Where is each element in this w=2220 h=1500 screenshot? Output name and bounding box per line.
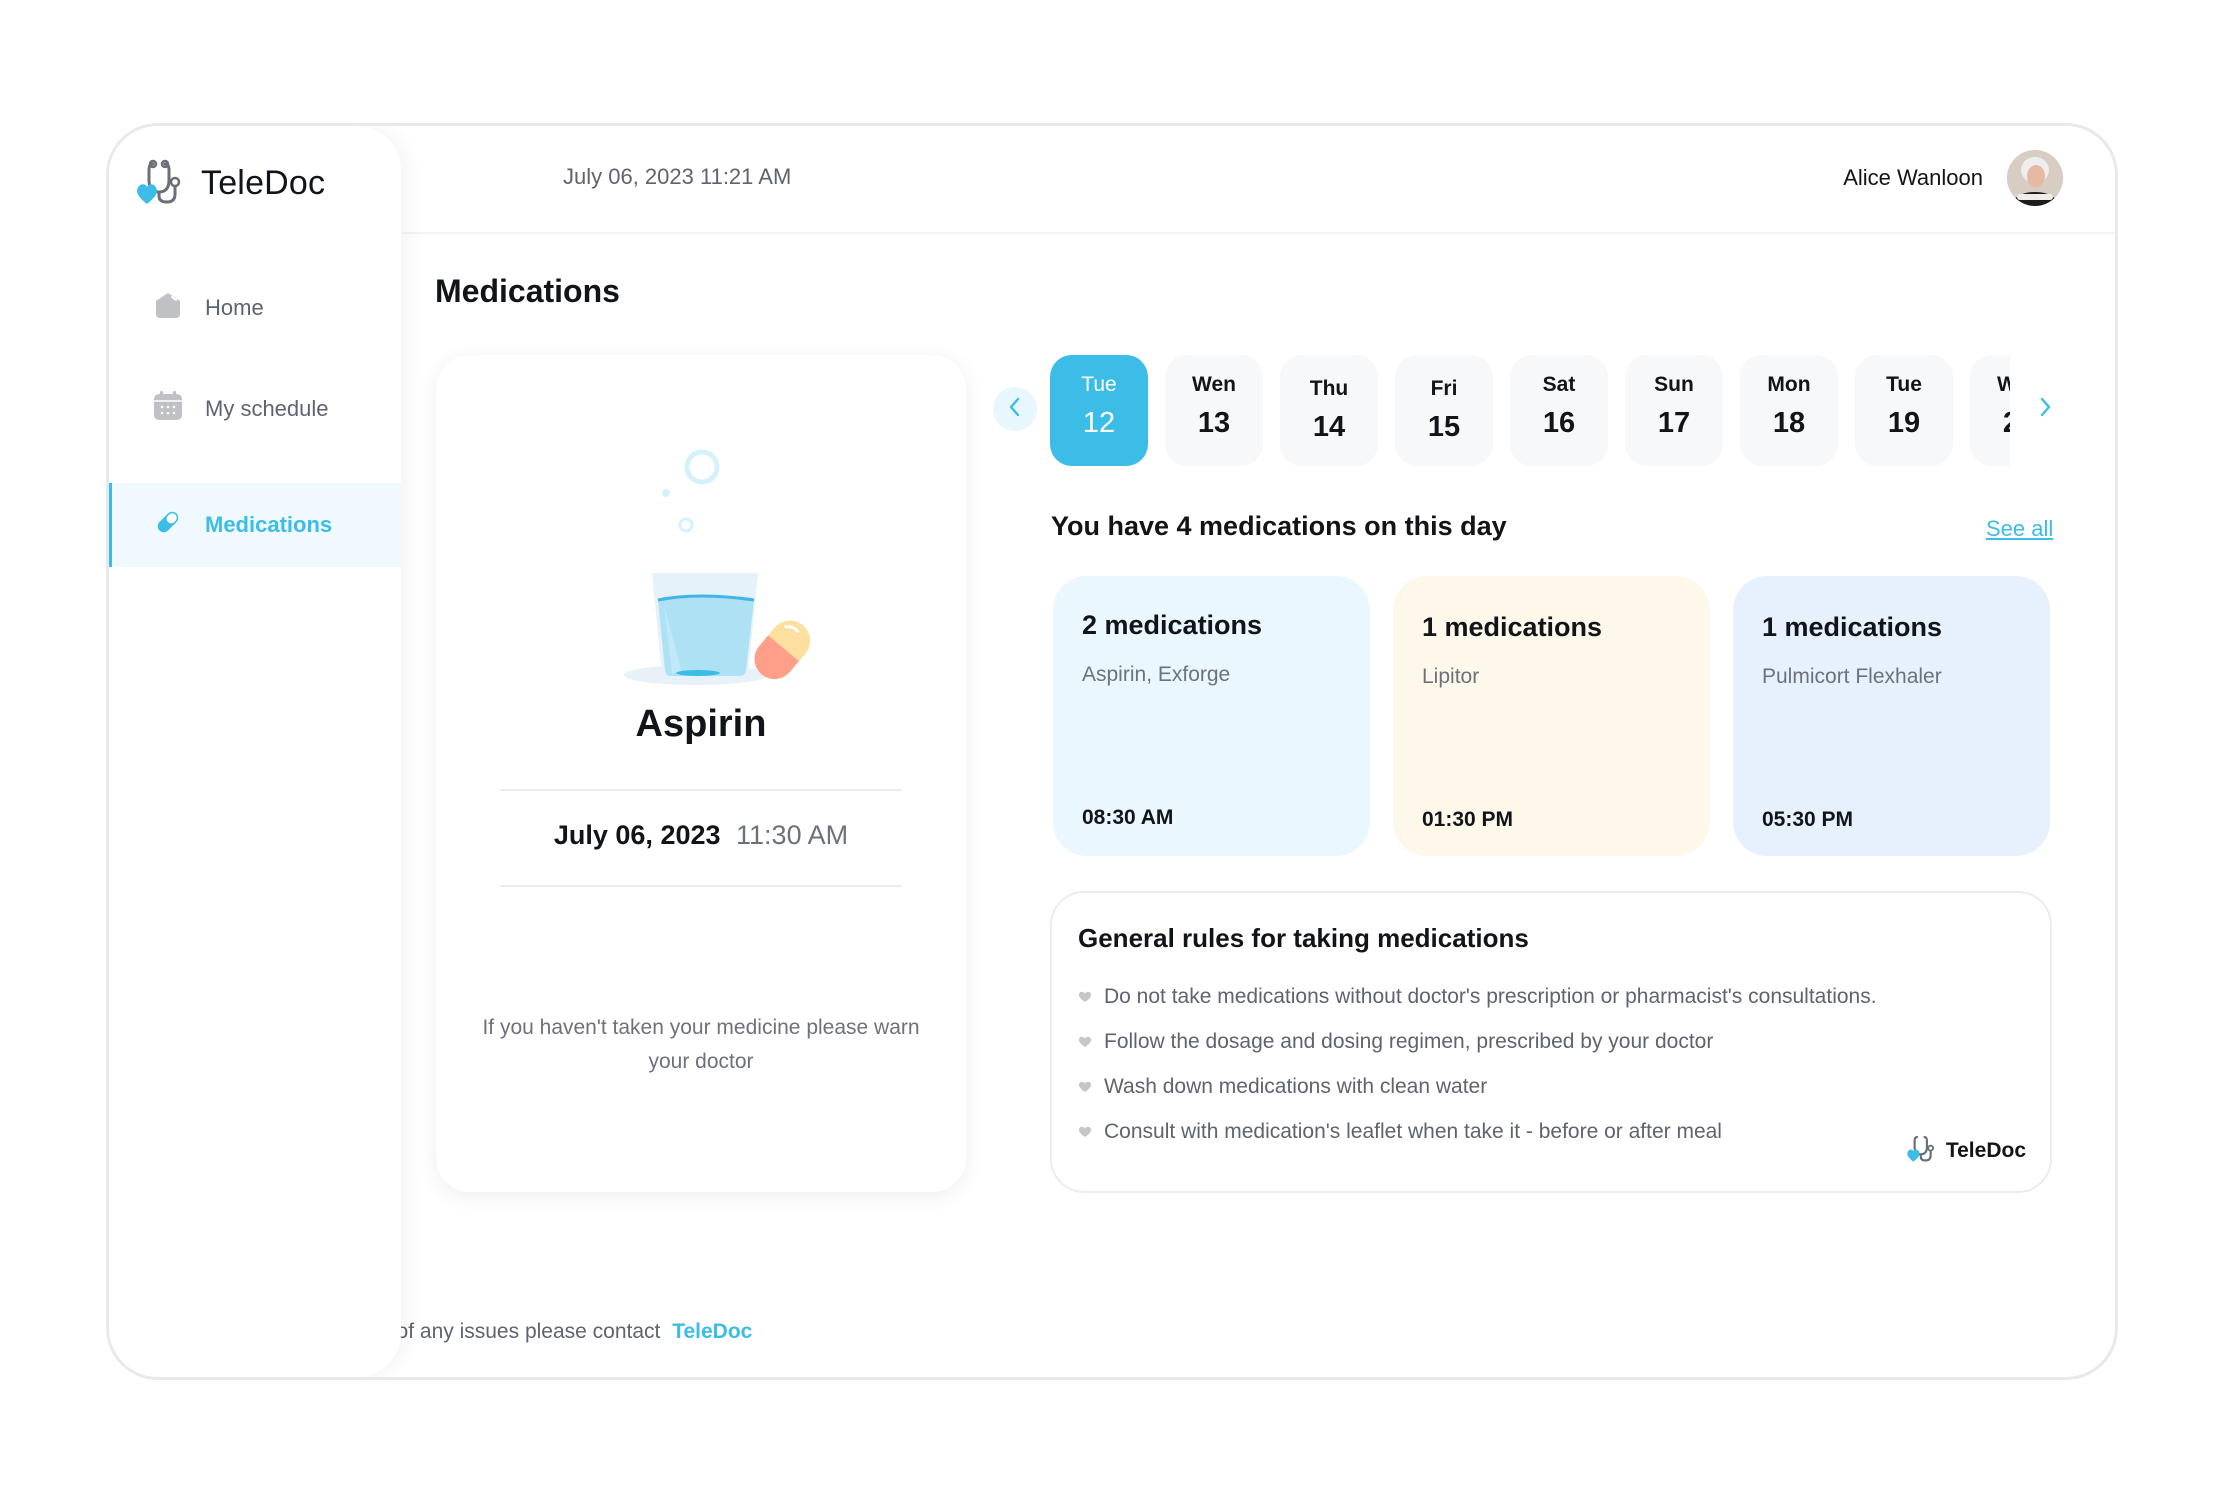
home-icon [153, 291, 183, 325]
user-name: Alice Wanloon [1843, 165, 1983, 190]
app-frame: TeleDoc Home My schedule Medications Jul… [106, 123, 2118, 1380]
rule-item: Do not take medications without doctor's… [1078, 974, 2024, 1019]
chevron-right-icon [2038, 396, 2052, 423]
date-tile-weekday: Sat [1542, 373, 1576, 396]
heart-bullet-icon [1078, 1030, 1092, 1054]
heart-bullet-icon [1078, 1120, 1092, 1144]
rule-text: Consult with medication's leaflet when t… [1104, 1119, 1722, 1143]
date-tile-weekday: Tue [1081, 373, 1117, 396]
date-tile-weekday: Wen [1970, 373, 2010, 397]
date-tile[interactable]: Mon 18 [1740, 355, 1838, 466]
date-tile[interactable]: Sat 16 [1510, 355, 1608, 466]
calendar-icon [153, 391, 183, 427]
slot-time: 01:30 PM [1422, 808, 1514, 831]
date-tile[interactable]: Wen 20 [1970, 355, 2010, 466]
date-tile-day: 20 [1970, 407, 2010, 440]
slot-count: 2 medications [1082, 610, 1263, 640]
slot-medication-names: Lipitor [1422, 665, 1480, 688]
date-tile[interactable]: Fri 15 [1395, 355, 1493, 466]
date-tile[interactable]: Tue 19 [1855, 355, 1953, 466]
divider [500, 885, 902, 887]
rules-title: General rules for taking medications [1078, 923, 1529, 953]
next-dates-button[interactable] [2023, 387, 2067, 431]
stethoscope-heart-icon [1906, 1132, 1938, 1169]
sidebar-item-label: Medications [205, 512, 333, 537]
logo-text: TeleDoc [201, 164, 326, 202]
date-tile-day: 15 [1427, 411, 1461, 443]
medication-name: Aspirin [635, 703, 767, 745]
medication-schedule: July 06, 2023 11:30 AM [436, 820, 966, 851]
date-tile-weekday: Mon [1767, 373, 1811, 396]
date-tile-day: 13 [1197, 407, 1231, 439]
current-datetime: July 06, 2023 11:21 AM [563, 164, 792, 189]
current-medication-card[interactable]: Aspirin July 06, 2023 11:30 AM If you ha… [436, 355, 966, 1192]
rule-text: Wash down medications with clean water [1104, 1074, 1488, 1098]
date-tile-day: 16 [1542, 407, 1576, 439]
medication-time: 11:30 AM [736, 820, 849, 850]
day-summary-heading: You have 4 medications on this day [1051, 511, 1507, 541]
heart-bullet-icon [1078, 1075, 1092, 1099]
sidebar-nav: Home My schedule Medications [109, 266, 401, 584]
pill-icon [153, 507, 183, 543]
date-picker-strip: Tue 12 Wen 13 Thu 14 Fri 15 Sat 16 Sun 1… [993, 355, 2093, 467]
stethoscope-heart-icon [135, 156, 187, 211]
contact-teledoc-link[interactable]: TeleDoc [672, 1320, 752, 1343]
slot-medication-names: Pulmicort Flexhaler [1762, 665, 1942, 688]
date-tile-weekday: Wen [1192, 373, 1236, 396]
date-tile-day: 12 [1082, 407, 1116, 439]
medication-slot-card[interactable]: 2 medications Aspirin, Exforge 08:30 AM [1053, 576, 1370, 856]
logo[interactable]: TeleDoc [135, 156, 325, 211]
slot-count: 1 medications [1762, 612, 1943, 642]
medication-slot-card[interactable]: 1 medications Pulmicort Flexhaler 05:30 … [1733, 576, 2050, 856]
date-tile-selected[interactable]: Tue 12 [1050, 355, 1148, 466]
medication-note: If you haven't taken your medicine pleas… [482, 1016, 920, 1073]
rule-text: Do not take medications without doctor's… [1104, 984, 1877, 1008]
general-rules-panel: General rules for taking medications Do … [1050, 891, 2052, 1193]
medication-slot-card[interactable]: 1 medications Lipitor 01:30 PM [1393, 576, 1710, 856]
sidebar-item-home[interactable]: Home [109, 266, 401, 350]
see-all-link[interactable]: See all [1986, 516, 2053, 542]
heart-bullet-icon [1078, 985, 1092, 1009]
date-tile[interactable]: Wen 13 [1165, 355, 1263, 466]
rule-item: Consult with medication's leaflet when t… [1078, 1109, 2024, 1154]
sidebar: TeleDoc Home My schedule Medications [109, 126, 401, 1377]
chevron-left-icon [1008, 396, 1022, 423]
rule-item: Wash down medications with clean water [1078, 1064, 2024, 1109]
date-tile-day: 18 [1772, 407, 1806, 439]
page-title: Medications [435, 273, 620, 309]
rules-brand: TeleDoc [1906, 1132, 2026, 1169]
slot-time: 08:30 AM [1082, 806, 1174, 829]
date-tile-weekday: Sun [1654, 373, 1694, 396]
date-tile-day: 17 [1657, 407, 1691, 439]
slot-time: 05:30 PM [1762, 808, 1854, 831]
slot-medication-names: Aspirin, Exforge [1082, 663, 1231, 686]
date-tile-day: 14 [1312, 411, 1346, 443]
date-tile-weekday: Thu [1309, 377, 1349, 400]
sidebar-item-medications[interactable]: Medications [109, 483, 401, 567]
avatar[interactable] [2007, 150, 2063, 206]
sidebar-item-label: My schedule [205, 396, 329, 421]
sidebar-item-my-schedule[interactable]: My schedule [109, 367, 401, 451]
date-tile[interactable]: Sun 17 [1625, 355, 1723, 466]
slot-count: 1 medications [1422, 612, 1603, 642]
medication-date: July 06, 2023 [553, 820, 721, 850]
date-tile-weekday: Fri [1430, 377, 1458, 400]
rules-brand-text: TeleDoc [1945, 1138, 2026, 1162]
user-profile[interactable]: Alice Wanloon [1843, 150, 2063, 206]
date-tile-day: 19 [1887, 407, 1921, 439]
previous-dates-button[interactable] [993, 387, 1037, 431]
water-glass-pill-illustration [586, 395, 826, 685]
divider [500, 789, 902, 791]
date-tiles: Tue 12 Wen 13 Thu 14 Fri 15 Sat 16 Sun 1… [1050, 355, 2010, 467]
rule-text: Follow the dosage and dosing regimen, pr… [1104, 1029, 1714, 1053]
sidebar-item-label: Home [205, 295, 264, 320]
date-tile[interactable]: Thu 14 [1280, 355, 1378, 466]
date-tile-weekday: Tue [1886, 373, 1922, 396]
rule-item: Follow the dosage and dosing regimen, pr… [1078, 1019, 2024, 1064]
top-header: July 06, 2023 11:21 AM Alice Wanloon [401, 126, 2115, 234]
